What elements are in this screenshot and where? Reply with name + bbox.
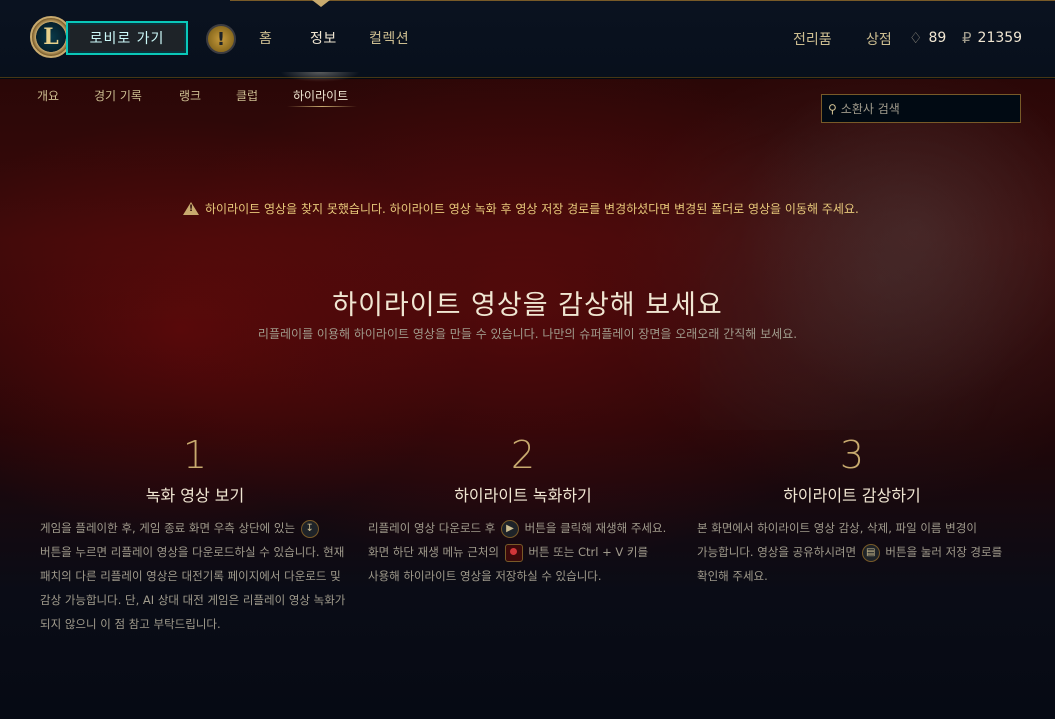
page-title: 하이라이트 영상을 감상해 보세요 xyxy=(332,290,723,321)
step-title: 녹화 영상 보기 xyxy=(145,486,245,505)
topbar-divider xyxy=(230,0,1055,1)
warning-icon xyxy=(183,201,199,215)
blue-essence-balance[interactable]: ♢ 89 xyxy=(909,29,946,47)
tab-match-history[interactable]: 경기 기록 xyxy=(94,87,142,104)
tab-clubs[interactable]: 클럽 xyxy=(236,87,258,104)
download-icon: ↧ xyxy=(300,519,319,538)
blue-essence-icon: ♢ xyxy=(909,29,923,47)
step-description: 본 화면에서 하이라이트 영상 감상, 삭제, 파일 이름 변경이 가능합니다.… xyxy=(697,516,1007,588)
warning-text: 하이라이트 영상을 찾지 못했습니다. 하이라이트 영상 녹화 후 영상 저장 … xyxy=(205,201,859,216)
alert-icon[interactable]: ! xyxy=(206,24,236,54)
tab-ranked[interactable]: 랭크 xyxy=(179,87,201,104)
active-tab-underline xyxy=(287,106,357,107)
missing-highlights-warning: 하이라이트 영상을 찾지 못했습니다. 하이라이트 영상 녹화 후 영상 저장 … xyxy=(183,199,883,217)
step-title: 하이라이트 감상하기 xyxy=(783,486,921,505)
riot-points-value: 21359 xyxy=(977,30,1023,46)
summoner-search-input[interactable] xyxy=(840,101,1011,116)
record-icon xyxy=(504,543,523,562)
step-title: 하이라이트 녹화하기 xyxy=(454,486,592,505)
nav-store[interactable]: 상점 xyxy=(866,29,892,49)
step-text: 리플레이 영상 다운로드 후 xyxy=(368,521,496,535)
nav-home[interactable]: 홈 xyxy=(259,28,272,48)
logo-letter: L xyxy=(43,24,59,50)
riot-points-icon: ₽ xyxy=(962,29,972,47)
step-text: 버튼을 누르면 리플레이 영상을 다운로드하실 수 있습니다. 현재 패치의 다… xyxy=(40,545,346,631)
step-watch-highlight: 3 하이라이트 감상하기 본 화면에서 하이라이트 영상 감상, 삭제, 파일 … xyxy=(697,432,1007,588)
replay-play-icon: ▶ xyxy=(501,519,520,538)
step-description: 게임을 플레이한 후, 게임 종료 화면 우측 상단에 있는 ↧ 버튼을 누르면… xyxy=(40,516,350,636)
step-number: 2 xyxy=(510,433,536,477)
riot-points-balance[interactable]: ₽ 21359 xyxy=(962,29,1022,47)
nav-collection[interactable]: 컬렉션 xyxy=(369,28,409,48)
search-icon: ⚲ xyxy=(828,101,837,116)
active-nav-indicator xyxy=(312,0,330,7)
folder-icon: ▤ xyxy=(861,543,880,562)
tab-overview[interactable]: 개요 xyxy=(37,87,59,104)
go-to-lobby-button[interactable]: 로비로 가기 xyxy=(66,21,188,55)
subnav-active-glow xyxy=(280,72,360,82)
nav-profile[interactable]: 정보 xyxy=(310,28,337,48)
background-champion-art xyxy=(700,100,1055,430)
page-subtitle: 리플레이를 이용해 하이라이트 영상을 만들 수 있습니다. 나만의 슈퍼플레이… xyxy=(257,327,798,341)
top-navigation-bar: L 로비로 가기 ! 홈 정보 컬렉션 전리품 상점 ♢ 89 ₽ 21359 xyxy=(0,0,1055,78)
tab-highlights[interactable]: 하이라이트 xyxy=(293,87,348,104)
step-text: 게임을 플레이한 후, 게임 종료 화면 우측 상단에 있는 xyxy=(40,521,296,535)
step-description: 리플레이 영상 다운로드 후 ▶ 버튼을 클릭해 재생해 주세요. 화면 하단 … xyxy=(368,516,678,588)
summoner-search[interactable]: ⚲ xyxy=(821,94,1021,123)
step-number: 3 xyxy=(839,433,865,477)
step-record-highlight: 2 하이라이트 녹화하기 리플레이 영상 다운로드 후 ▶ 버튼을 클릭해 재생… xyxy=(368,432,678,588)
step-number: 1 xyxy=(182,433,208,477)
step-watch-replay: 1 녹화 영상 보기 게임을 플레이한 후, 게임 종료 화면 우측 상단에 있… xyxy=(40,432,350,636)
nav-loot[interactable]: 전리품 xyxy=(793,29,832,49)
blue-essence-value: 89 xyxy=(928,30,947,46)
